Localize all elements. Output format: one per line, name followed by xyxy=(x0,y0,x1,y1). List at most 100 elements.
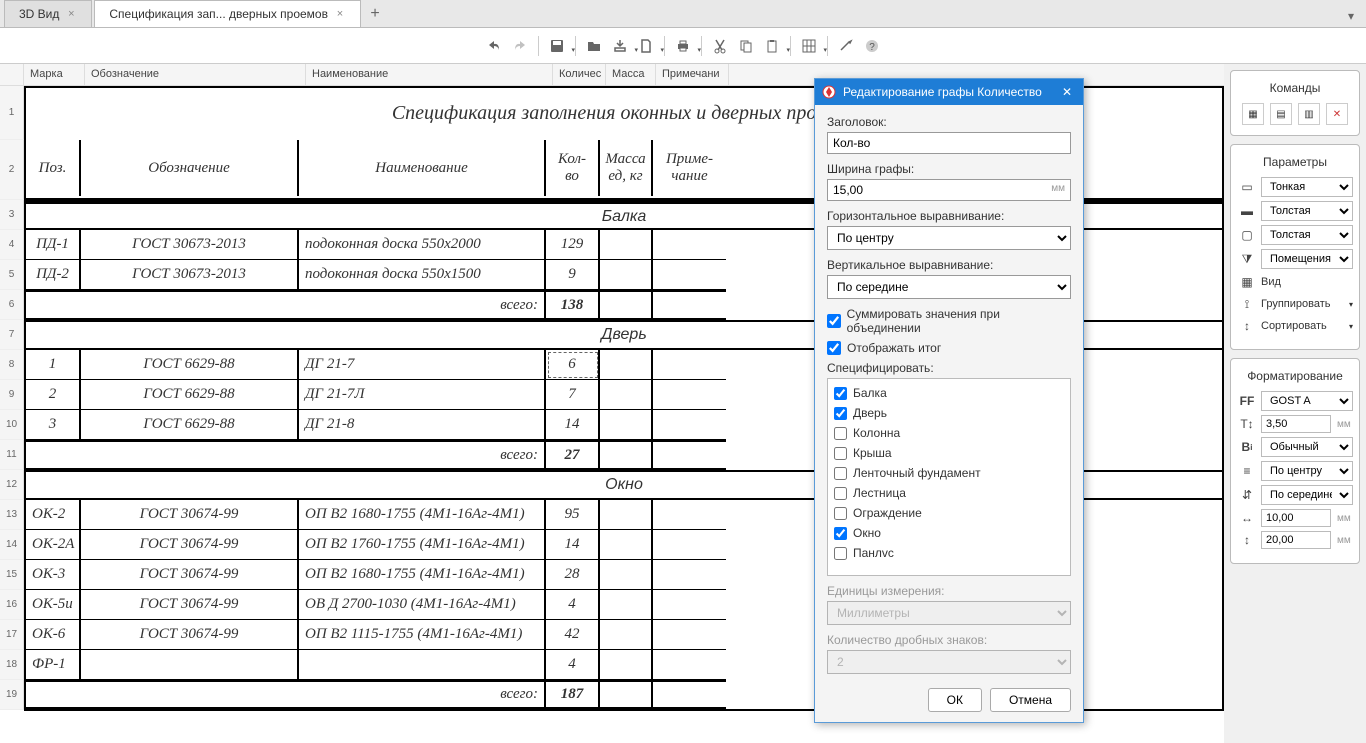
cell-kol[interactable]: 14 xyxy=(546,530,600,560)
width-input[interactable] xyxy=(1261,509,1331,527)
undo-button[interactable] xyxy=(482,34,506,58)
cell-naim[interactable]: ОП В2 1760-1755 (4М1-16Аг-4М1) xyxy=(299,530,546,560)
row-number[interactable]: 4 xyxy=(0,230,24,260)
view-label[interactable]: Вид xyxy=(1261,276,1353,288)
list-item[interactable]: Лестница xyxy=(832,483,1066,503)
cell-naim[interactable]: ОП В2 1680-1755 (4М1-16Аг-4М1) xyxy=(299,560,546,590)
redo-button[interactable] xyxy=(508,34,532,58)
close-icon[interactable]: × xyxy=(334,8,346,20)
cell-naim[interactable]: подоконная доска 550х1500 xyxy=(299,260,546,290)
row-number[interactable]: 1 xyxy=(0,86,24,140)
list-item[interactable]: Крыша xyxy=(832,443,1066,463)
cell-obozn[interactable]: ГОСТ 6629-88 xyxy=(81,350,299,380)
cut-button[interactable] xyxy=(708,34,732,58)
cell-poz[interactable]: ОК-5и xyxy=(26,590,81,620)
open-button[interactable] xyxy=(582,34,606,58)
valign-select[interactable]: По середине xyxy=(1261,485,1353,505)
font-select[interactable]: GOST A xyxy=(1261,391,1353,411)
cell-kol[interactable]: 7 xyxy=(546,380,600,410)
checkbox-icon[interactable] xyxy=(827,314,841,328)
column-header[interactable]: Примечани xyxy=(656,64,729,85)
column-header[interactable]: Наименование xyxy=(306,64,553,85)
list-item[interactable]: Ленточный фундамент xyxy=(832,463,1066,483)
list-item[interactable]: Панлvс xyxy=(832,543,1066,563)
row-number[interactable]: 8 xyxy=(0,350,24,380)
cell-obozn[interactable]: ГОСТ 6629-88 xyxy=(81,380,299,410)
spec-list[interactable]: Балка Дверь Колонна Крыша Ленточный фунд… xyxy=(827,378,1071,576)
row-number[interactable]: 19 xyxy=(0,680,24,710)
row-number[interactable]: 13 xyxy=(0,500,24,530)
list-item[interactable]: Ограждение xyxy=(832,503,1066,523)
cell-kol[interactable]: 4 xyxy=(546,650,600,680)
cell-obozn[interactable]: ГОСТ 30674-99 xyxy=(81,500,299,530)
group-label[interactable]: Группировать xyxy=(1261,298,1345,310)
cell-kol[interactable]: 4 xyxy=(546,590,600,620)
line-thick-select[interactable]: Толстая xyxy=(1261,201,1353,221)
help-button[interactable]: ? xyxy=(860,34,884,58)
cell-poz[interactable]: ОК-6 xyxy=(26,620,81,650)
cell-naim[interactable]: ДГ 21-7Л xyxy=(299,380,546,410)
weight-select[interactable]: Обычный xyxy=(1261,437,1353,457)
row-number[interactable]: 7 xyxy=(0,320,24,350)
cell-poz[interactable]: ОК-3 xyxy=(26,560,81,590)
cancel-button[interactable]: Отмена xyxy=(990,688,1071,712)
row-number[interactable]: 14 xyxy=(0,530,24,560)
cell-naim[interactable] xyxy=(299,650,546,680)
halign-select[interactable]: По центру xyxy=(1261,461,1353,481)
cell-obozn[interactable]: ГОСТ 30673-2013 xyxy=(81,260,299,290)
close-icon[interactable]: × xyxy=(65,8,77,20)
height-input[interactable] xyxy=(1261,531,1331,549)
copy-button[interactable] xyxy=(734,34,758,58)
print-button[interactable]: ▾ xyxy=(671,34,695,58)
cell-obozn[interactable]: ГОСТ 6629-88 xyxy=(81,410,299,440)
cell-poz[interactable]: ПД-1 xyxy=(26,230,81,260)
cell-kol[interactable]: 28 xyxy=(546,560,600,590)
cell-naim[interactable]: ОП В2 1115-1755 (4М1-16Аг-4М1) xyxy=(299,620,546,650)
sort-label[interactable]: Сортировать xyxy=(1261,320,1345,332)
cell-naim[interactable]: ДГ 21-7 xyxy=(299,350,546,380)
file-button[interactable]: ▾ xyxy=(634,34,658,58)
row-number[interactable]: 10 xyxy=(0,410,24,440)
cell-obozn[interactable]: ГОСТ 30674-99 xyxy=(81,590,299,620)
list-item[interactable]: Дверь xyxy=(832,403,1066,423)
header-input[interactable] xyxy=(827,132,1071,154)
cell-prim[interactable] xyxy=(653,230,726,260)
list-item[interactable]: Балка xyxy=(832,383,1066,403)
cell-prim[interactable] xyxy=(653,350,726,380)
save-button[interactable]: ▾ xyxy=(545,34,569,58)
row-number[interactable]: 9 xyxy=(0,380,24,410)
column-header[interactable]: Масса xyxy=(606,64,656,85)
row-number[interactable]: 6 xyxy=(0,290,24,320)
list-item[interactable]: Колонна xyxy=(832,423,1066,443)
paste-button[interactable]: ▾ xyxy=(760,34,784,58)
show-total-checkbox[interactable]: Отображать итог xyxy=(827,341,1071,355)
line-thin-select[interactable]: Тонкая xyxy=(1261,177,1353,197)
cell-naim[interactable]: ОП В2 1680-1755 (4М1-16Аг-4М1) xyxy=(299,500,546,530)
row-number[interactable]: 5 xyxy=(0,260,24,290)
row-number[interactable]: 16 xyxy=(0,590,24,620)
cell-massa[interactable] xyxy=(600,260,653,290)
cell-poz[interactable]: ПД-2 xyxy=(26,260,81,290)
width-input[interactable] xyxy=(827,179,1071,201)
row-number[interactable]: 18 xyxy=(0,650,24,680)
row-number[interactable]: 3 xyxy=(0,200,24,230)
row-number[interactable]: 15 xyxy=(0,560,24,590)
close-icon[interactable]: ✕ xyxy=(1057,82,1077,102)
cell-kol[interactable]: 95 xyxy=(546,500,600,530)
cell-obozn[interactable]: ГОСТ 30674-99 xyxy=(81,560,299,590)
cell-poz[interactable]: ФР-1 xyxy=(26,650,81,680)
tab-specification[interactable]: Спецификация зап... дверных проемов × xyxy=(94,0,361,27)
column-remove-icon[interactable]: ✕ xyxy=(1326,103,1348,125)
row-number[interactable]: 12 xyxy=(0,470,24,500)
border-select[interactable]: Толстая xyxy=(1261,225,1353,245)
export-button[interactable]: ▾ xyxy=(608,34,632,58)
cell-massa[interactable] xyxy=(600,350,653,380)
cell-poz[interactable]: 2 xyxy=(26,380,81,410)
column-header[interactable]: Марка xyxy=(24,64,85,85)
cell-naim[interactable]: ОВ Д 2700-1030 (4М1-16Аг-4М1) xyxy=(299,590,546,620)
cell-kol[interactable]: 14 xyxy=(546,410,600,440)
sum-checkbox[interactable]: Суммировать значения при объединении xyxy=(827,307,1071,335)
tab-add-button[interactable]: + xyxy=(363,1,387,27)
valign-select[interactable]: По середине xyxy=(827,275,1071,299)
cell-prim[interactable] xyxy=(653,260,726,290)
